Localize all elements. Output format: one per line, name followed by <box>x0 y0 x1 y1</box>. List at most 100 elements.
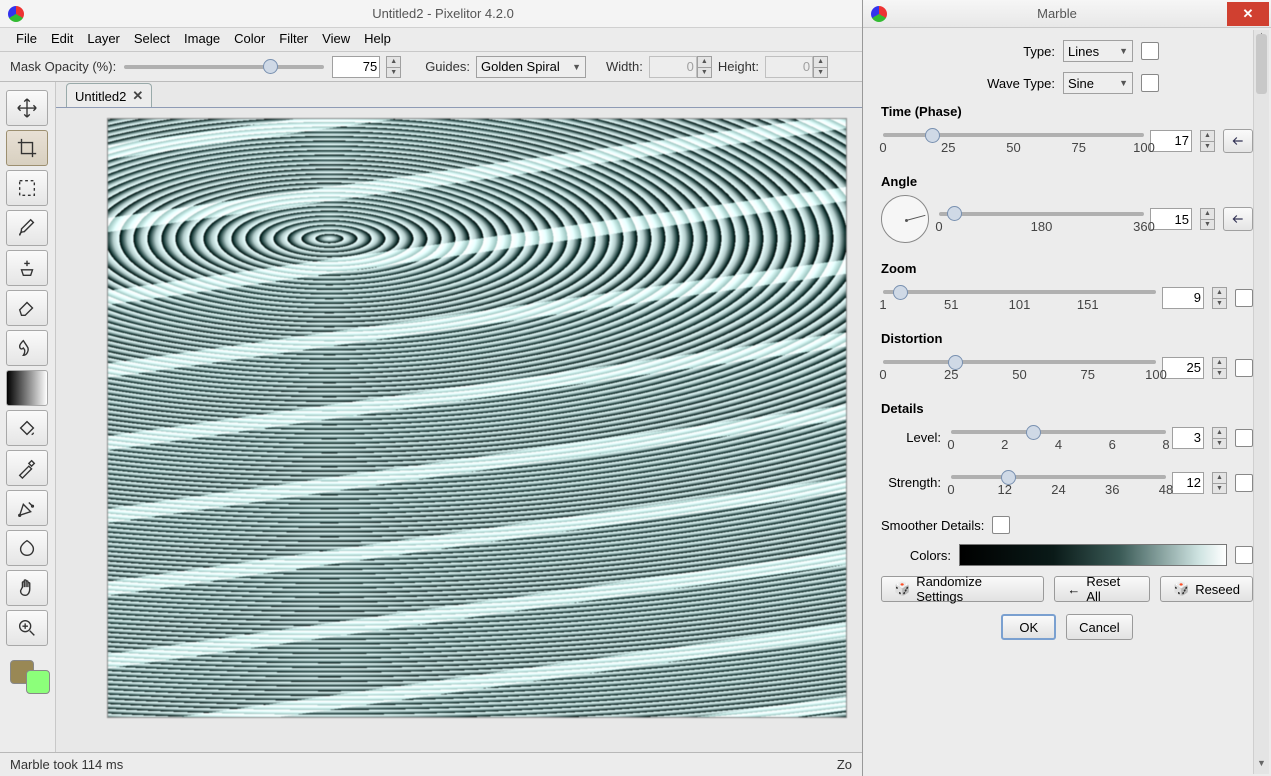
colors-label: Colors: <box>881 548 951 563</box>
zoom-reset-checkbox[interactable] <box>1235 289 1253 307</box>
fg-color-swatch[interactable] <box>26 670 50 694</box>
angle-dial[interactable] <box>881 195 929 243</box>
dice-icon: 🎲 <box>894 581 910 597</box>
strength-reset-checkbox[interactable] <box>1235 474 1253 492</box>
wave-type-combo[interactable]: Sine <box>1063 72 1133 94</box>
angle-input[interactable] <box>1150 208 1192 230</box>
height-label: Height: <box>718 59 759 74</box>
angle-slider[interactable] <box>939 212 1144 216</box>
time-spinner[interactable]: ▲▼ <box>1200 130 1215 152</box>
marble-dialog: Marble ✕ Type: Lines Wave Type: Sine Tim… <box>862 0 1271 776</box>
level-reset-checkbox[interactable] <box>1235 429 1253 447</box>
scrollbar-thumb[interactable] <box>1256 34 1267 94</box>
type-label: Type: <box>975 44 1055 59</box>
strength-spinner[interactable]: ▲▼ <box>1212 472 1227 494</box>
zoom-input[interactable] <box>1162 287 1204 309</box>
menu-view[interactable]: View <box>316 29 356 48</box>
width-input <box>649 56 697 78</box>
zoom-tool[interactable] <box>6 610 48 646</box>
menu-select[interactable]: Select <box>128 29 176 48</box>
angle-spinner[interactable]: ▲▼ <box>1200 208 1215 230</box>
status-text: Marble took 114 ms <box>10 757 123 772</box>
distortion-slider[interactable] <box>883 360 1156 364</box>
type-reset-checkbox[interactable] <box>1141 42 1159 60</box>
tab-label: Untitled2 <box>75 89 126 104</box>
menu-bar: File Edit Layer Select Image Color Filte… <box>0 28 862 52</box>
document-tabstrip: Untitled2 ✕ <box>56 82 862 108</box>
distortion-label: Distortion <box>881 331 1253 346</box>
dialog-scrollbar[interactable]: ▲ ▼ <box>1253 30 1269 774</box>
main-title-bar: Untitled2 - Pixelitor 4.2.0 <box>0 0 862 28</box>
width-label: Width: <box>606 59 643 74</box>
strength-slider[interactable] <box>951 475 1166 479</box>
menu-help[interactable]: Help <box>358 29 397 48</box>
level-input[interactable] <box>1172 427 1204 449</box>
menu-filter[interactable]: Filter <box>273 29 314 48</box>
eyedropper-tool[interactable] <box>6 450 48 486</box>
dialog-close-button[interactable]: ✕ <box>1227 2 1269 26</box>
bucket-tool[interactable] <box>6 410 48 446</box>
level-slider[interactable] <box>951 430 1166 434</box>
menu-file[interactable]: File <box>10 29 43 48</box>
status-bar: Marble took 114 ms Zo <box>0 752 862 776</box>
randomize-button[interactable]: 🎲 Randomize Settings <box>881 576 1044 602</box>
time-label: Time (Phase) <box>881 104 1253 119</box>
strength-label: Strength: <box>881 475 941 490</box>
tab-close-icon[interactable]: ✕ <box>132 88 143 104</box>
selection-tool[interactable] <box>6 170 48 206</box>
ok-button[interactable]: OK <box>1001 614 1056 640</box>
app-logo-icon <box>8 6 24 22</box>
eraser-tool[interactable] <box>6 290 48 326</box>
menu-image[interactable]: Image <box>178 29 226 48</box>
cancel-button[interactable]: Cancel <box>1066 614 1132 640</box>
gradient-tool[interactable] <box>6 370 48 406</box>
dialog-title: Marble <box>887 6 1227 21</box>
colors-reset-checkbox[interactable] <box>1235 546 1253 564</box>
zoom-indicator: Zo <box>837 757 852 772</box>
zoom-spinner[interactable]: ▲▼ <box>1212 287 1227 309</box>
level-label: Level: <box>881 430 941 445</box>
canvas-preview[interactable] <box>107 118 847 718</box>
smoother-checkbox[interactable] <box>992 516 1010 534</box>
height-spinner: ▲▼ <box>813 56 828 78</box>
strength-input[interactable] <box>1172 472 1204 494</box>
angle-label: Angle <box>881 174 1253 189</box>
time-slider[interactable] <box>883 133 1144 137</box>
color-swatches[interactable] <box>6 656 49 696</box>
distortion-reset-checkbox[interactable] <box>1235 359 1253 377</box>
options-bar: Mask Opacity (%): ▲▼ Guides: Golden Spir… <box>0 52 862 82</box>
mask-opacity-input[interactable] <box>332 56 380 78</box>
crop-tool[interactable] <box>6 130 48 166</box>
width-spinner: ▲▼ <box>697 56 712 78</box>
time-input[interactable] <box>1150 130 1192 152</box>
time-reset-button[interactable] <box>1223 129 1253 153</box>
hand-tool[interactable] <box>6 570 48 606</box>
colors-gradient[interactable] <box>959 544 1227 566</box>
move-tool[interactable] <box>6 90 48 126</box>
menu-edit[interactable]: Edit <box>45 29 79 48</box>
dialog-logo-icon <box>871 6 887 22</box>
menu-layer[interactable]: Layer <box>81 29 126 48</box>
distortion-input[interactable] <box>1162 357 1204 379</box>
shapes-tool[interactable] <box>6 530 48 566</box>
smudge-tool[interactable] <box>6 330 48 366</box>
distortion-spinner[interactable]: ▲▼ <box>1212 357 1227 379</box>
mask-opacity-slider[interactable] <box>124 65 324 69</box>
mask-opacity-spinner[interactable]: ▲▼ <box>386 56 401 78</box>
reseed-button[interactable]: 🎲 Reseed <box>1160 576 1253 602</box>
type-combo[interactable]: Lines <box>1063 40 1133 62</box>
guides-combo[interactable]: Golden Spiral <box>476 56 586 78</box>
pen-tool[interactable] <box>6 490 48 526</box>
dialog-title-bar[interactable]: Marble ✕ <box>863 0 1271 28</box>
angle-reset-button[interactable] <box>1223 207 1253 231</box>
document-tab[interactable]: Untitled2 ✕ <box>66 83 152 107</box>
menu-color[interactable]: Color <box>228 29 271 48</box>
details-label: Details <box>881 401 1253 416</box>
zoom-slider[interactable] <box>883 290 1156 294</box>
toolbox <box>0 82 56 752</box>
clone-tool[interactable] <box>6 250 48 286</box>
brush-tool[interactable] <box>6 210 48 246</box>
reset-all-button[interactable]: ← Reset All <box>1054 576 1150 602</box>
level-spinner[interactable]: ▲▼ <box>1212 427 1227 449</box>
wave-type-reset-checkbox[interactable] <box>1141 74 1159 92</box>
